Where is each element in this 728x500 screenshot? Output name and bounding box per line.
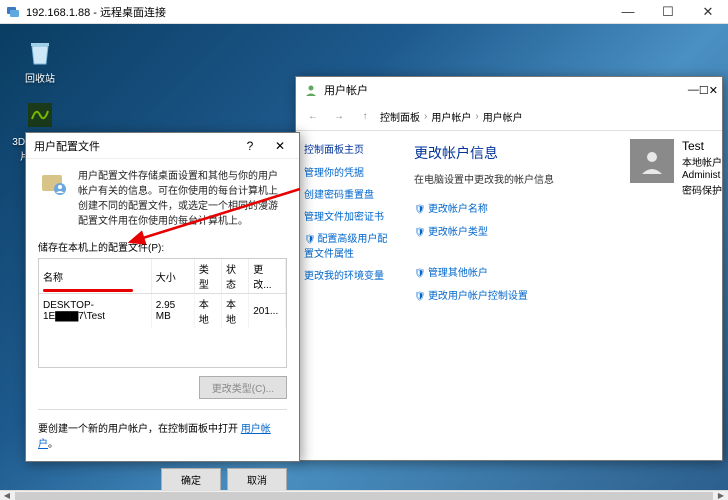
user-name: Test — [682, 139, 722, 153]
profiles-table[interactable]: 名称 大小 类型 状态 更改... DESKTOP-1E▇▇▇7\Test 2.… — [38, 258, 287, 368]
current-user-info: Test 本地帐户 Administ 密码保护 — [630, 139, 722, 197]
control-panel-nav: ← → ↑ 控制面板› 用户帐户› 用户帐户 — [296, 103, 722, 131]
control-panel-titlebar: 用户帐户 — ☐ ✕ — [296, 77, 722, 103]
table-row[interactable]: DESKTOP-1E▇▇▇7\Test 2.95 MB 本地 本地 201... — [39, 294, 286, 329]
link-manage-others[interactable]: 管理其他帐户 — [414, 264, 712, 279]
ok-button[interactable]: 确定 — [161, 468, 221, 490]
change-type-button[interactable]: 更改类型(C)... — [199, 376, 287, 399]
horizontal-scrollbar[interactable]: ◀ ▶ — [0, 490, 728, 500]
sidebar-item-advanced-profiles[interactable]: 配置高级用户配置文件属性 — [304, 230, 396, 260]
breadcrumb-item[interactable]: 用户帐户 — [483, 109, 523, 124]
breadcrumb-item[interactable]: 控制面板 — [380, 109, 420, 124]
col-type[interactable]: 类型 — [194, 259, 221, 294]
annotation-redline — [43, 289, 133, 292]
profiles-title: 用户配置文件 — [34, 138, 235, 154]
sidebar-item-env-vars[interactable]: 更改我的环境变量 — [304, 267, 396, 282]
rdp-titlebar: 192.168.1.88 - 远程桌面连接 — ☐ ✕ — [0, 0, 728, 24]
link-change-type[interactable]: 更改帐户类型 — [414, 223, 712, 238]
link-change-name[interactable]: 更改帐户名称 — [414, 200, 712, 215]
scroll-left-button[interactable]: ◀ — [0, 491, 14, 500]
user-accounts-icon — [304, 83, 318, 97]
link-uac-settings[interactable]: 更改用户帐户控制设置 — [414, 287, 712, 302]
user-profiles-dialog: 用户配置文件 ? ✕ 用户配置文件存储桌面设置和其他与你的用户帐户有关的信息。可… — [25, 132, 300, 462]
minimize-button[interactable]: — — [608, 0, 648, 24]
col-size[interactable]: 大小 — [151, 259, 194, 294]
cp-maximize-button[interactable]: ☐ — [699, 84, 709, 97]
control-panel-title: 用户帐户 — [324, 82, 688, 98]
recycle-bin-icon[interactable]: 回收站 — [10, 36, 70, 85]
sidebar-item-credentials[interactable]: 管理你的凭据 — [304, 164, 396, 179]
nav-forward-button[interactable]: → — [328, 106, 350, 128]
profiles-list-label: 储存在本机上的配置文件(P): — [38, 239, 287, 254]
user-role: 本地帐户 — [682, 154, 722, 169]
rdp-icon — [6, 5, 20, 19]
user-admin: Administ — [682, 170, 722, 181]
control-panel-window: 用户帐户 — ☐ ✕ ← → ↑ 控制面板› 用户帐户› 用户帐户 控制面板主页… — [295, 76, 723, 461]
remote-desktop: 回收站 3D Vision 照片查看器 用户帐户 — ☐ ✕ ← → ↑ 控制面… — [0, 24, 728, 490]
col-modified[interactable]: 更改... — [249, 259, 286, 294]
sidebar-item-password-reset[interactable]: 创建密码重置盘 — [304, 186, 396, 201]
profiles-titlebar: 用户配置文件 ? ✕ — [26, 133, 299, 159]
cp-close-button[interactable]: ✕ — [709, 84, 718, 97]
cp-minimize-button[interactable]: — — [688, 84, 699, 96]
breadcrumb[interactable]: 控制面板› 用户帐户› 用户帐户 — [380, 109, 716, 124]
recycle-bin-label: 回收站 — [10, 70, 70, 85]
avatar — [630, 139, 674, 183]
nav-up-button[interactable]: ↑ — [354, 106, 376, 128]
breadcrumb-item[interactable]: 用户帐户 — [431, 109, 471, 124]
profiles-icon — [38, 169, 70, 201]
rdp-title: 192.168.1.88 - 远程桌面连接 — [26, 4, 608, 20]
scroll-right-button[interactable]: ▶ — [714, 491, 728, 500]
control-panel-main: Test 本地帐户 Administ 密码保护 更改帐户信息 在电脑设置中更改我… — [404, 131, 722, 460]
sidebar-header[interactable]: 控制面板主页 — [304, 141, 396, 156]
create-account-hint: 要创建一个新的用户帐户，在控制面板中打开 用户帐户。 — [38, 420, 287, 450]
profiles-description: 用户配置文件存储桌面设置和其他与你的用户帐户有关的信息。可在你使用的每台计算机上… — [78, 169, 287, 229]
control-panel-sidebar: 控制面板主页 管理你的凭据 创建密码重置盘 管理文件加密证书 配置高级用户配置文… — [296, 131, 404, 460]
scroll-thumb[interactable] — [15, 492, 713, 500]
cancel-button[interactable]: 取消 — [227, 468, 287, 490]
col-status[interactable]: 状态 — [222, 259, 249, 294]
nav-back-button[interactable]: ← — [302, 106, 324, 128]
profiles-help-button[interactable]: ? — [235, 136, 265, 156]
close-button[interactable]: ✕ — [688, 0, 728, 24]
user-password: 密码保护 — [682, 182, 722, 197]
maximize-button[interactable]: ☐ — [648, 0, 688, 24]
sidebar-item-file-encrypt[interactable]: 管理文件加密证书 — [304, 208, 396, 223]
profiles-close-button[interactable]: ✕ — [265, 136, 295, 156]
